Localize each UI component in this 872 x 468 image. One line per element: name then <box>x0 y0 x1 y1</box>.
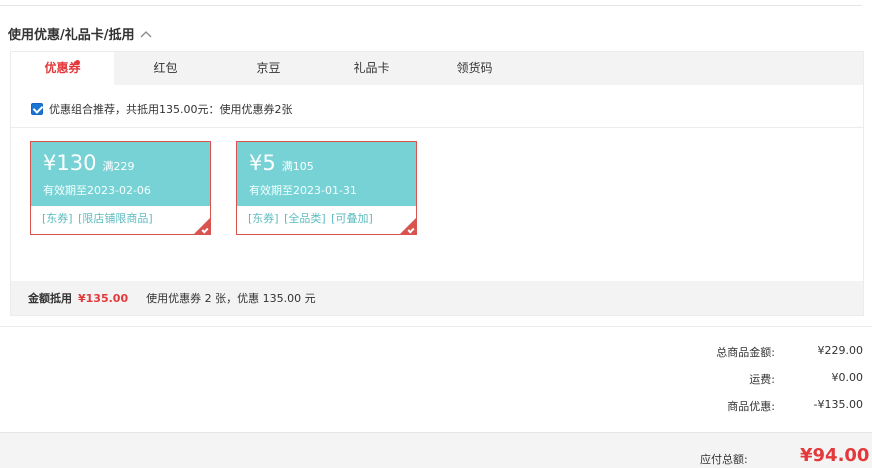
total-row: 总商品金额: ¥229.00 <box>563 344 863 371</box>
discount-summary: 使用优惠券 2 张，优惠 135.00 元 <box>146 292 316 305</box>
coupon-head: ¥5 满105 有效期至2023-01-31 <box>237 142 416 206</box>
tab-gift-card[interactable]: 礼品卡 <box>320 52 423 85</box>
coupon-amount-row: ¥5 满105 <box>249 150 416 180</box>
recommend-row: 优惠组合推荐，共抵用135.00元：使用优惠券2张 <box>31 101 293 117</box>
section-header[interactable]: 使用优惠/礼品卡/抵用 <box>8 24 153 43</box>
tab-label: 礼品卡 <box>353 61 390 75</box>
discount-label: 金额抵用 <box>28 292 72 305</box>
top-divider <box>0 5 862 6</box>
discount-amount: ¥135.00 <box>78 291 129 305</box>
coupon-tags: [东券] [全品类] [可叠加] <box>248 212 373 225</box>
payable-label: 应付总额: <box>700 453 748 466</box>
total-label: 总商品金额: <box>716 346 775 359</box>
coupon-amount: ¥130 <box>43 151 97 175</box>
total-label: 运费: <box>749 373 775 386</box>
coupon-head: ¥130 满229 有效期至2023-02-06 <box>31 142 210 206</box>
order-totals: 总商品金额: ¥229.00 运费: ¥0.00 商品优惠: -¥135.00 <box>563 344 863 425</box>
coupon-condition: 满229 <box>102 160 135 173</box>
tab-label: 领货码 <box>456 61 493 75</box>
total-value: -¥135.00 <box>813 398 863 411</box>
coupon-card[interactable]: ¥5 满105 有效期至2023-01-31 [东券] [全品类] [可叠加] <box>236 141 417 235</box>
tab-red-packet[interactable]: 红包 <box>114 52 217 85</box>
total-row: 商品优惠: -¥135.00 <box>563 398 863 425</box>
payable-amount: ¥94.00 <box>800 445 870 466</box>
recommend-text: 优惠组合推荐，共抵用135.00元：使用优惠券2张 <box>49 103 293 116</box>
discount-summary-bar: 金额抵用 ¥135.00 使用优惠券 2 张，优惠 135.00 元 <box>11 281 863 315</box>
tab-jingdou[interactable]: 京豆 <box>217 52 320 85</box>
total-row: 运费: ¥0.00 <box>563 371 863 398</box>
coupon-card[interactable]: ¥130 满229 有效期至2023-02-06 [东券] [限店铺限商品] <box>30 141 211 235</box>
tab-coupon[interactable]: 优惠券 <box>11 52 114 86</box>
notification-dot <box>75 60 80 65</box>
recommend-checkbox[interactable] <box>31 103 43 115</box>
total-value: ¥229.00 <box>817 344 864 357</box>
tab-label: 红包 <box>153 61 178 75</box>
coupon-amount: ¥5 <box>249 151 276 175</box>
chevron-up-icon[interactable] <box>139 29 153 39</box>
total-label: 商品优惠: <box>727 400 775 413</box>
coupon-valid-date: 有效期至2023-02-06 <box>43 184 151 197</box>
panel-divider <box>11 127 863 128</box>
coupon-panel: 优惠券 红包 京豆 礼品卡 领货码 优惠组合推荐，共抵用135.00元：使用优惠… <box>10 51 864 316</box>
checkout-coupon-page: 使用优惠/礼品卡/抵用 优惠券 红包 京豆 礼品卡 领货码 优惠组合推荐，共抵用… <box>0 0 872 468</box>
coupon-tabs: 优惠券 红包 京豆 礼品卡 领货码 <box>11 52 863 86</box>
total-value: ¥0.00 <box>831 371 864 384</box>
tab-label: 京豆 <box>256 61 281 75</box>
payable-bar: 应付总额: ¥94.00 <box>0 432 872 468</box>
section-title: 使用优惠/礼品卡/抵用 <box>8 28 135 43</box>
coupon-tags: [东券] [限店铺限商品] <box>42 212 153 225</box>
coupon-amount-row: ¥130 满229 <box>43 150 210 180</box>
coupon-condition: 满105 <box>281 160 314 173</box>
tab-pickup-code[interactable]: 领货码 <box>423 52 526 85</box>
section-divider <box>0 326 872 327</box>
coupon-valid-date: 有效期至2023-01-31 <box>249 184 357 197</box>
